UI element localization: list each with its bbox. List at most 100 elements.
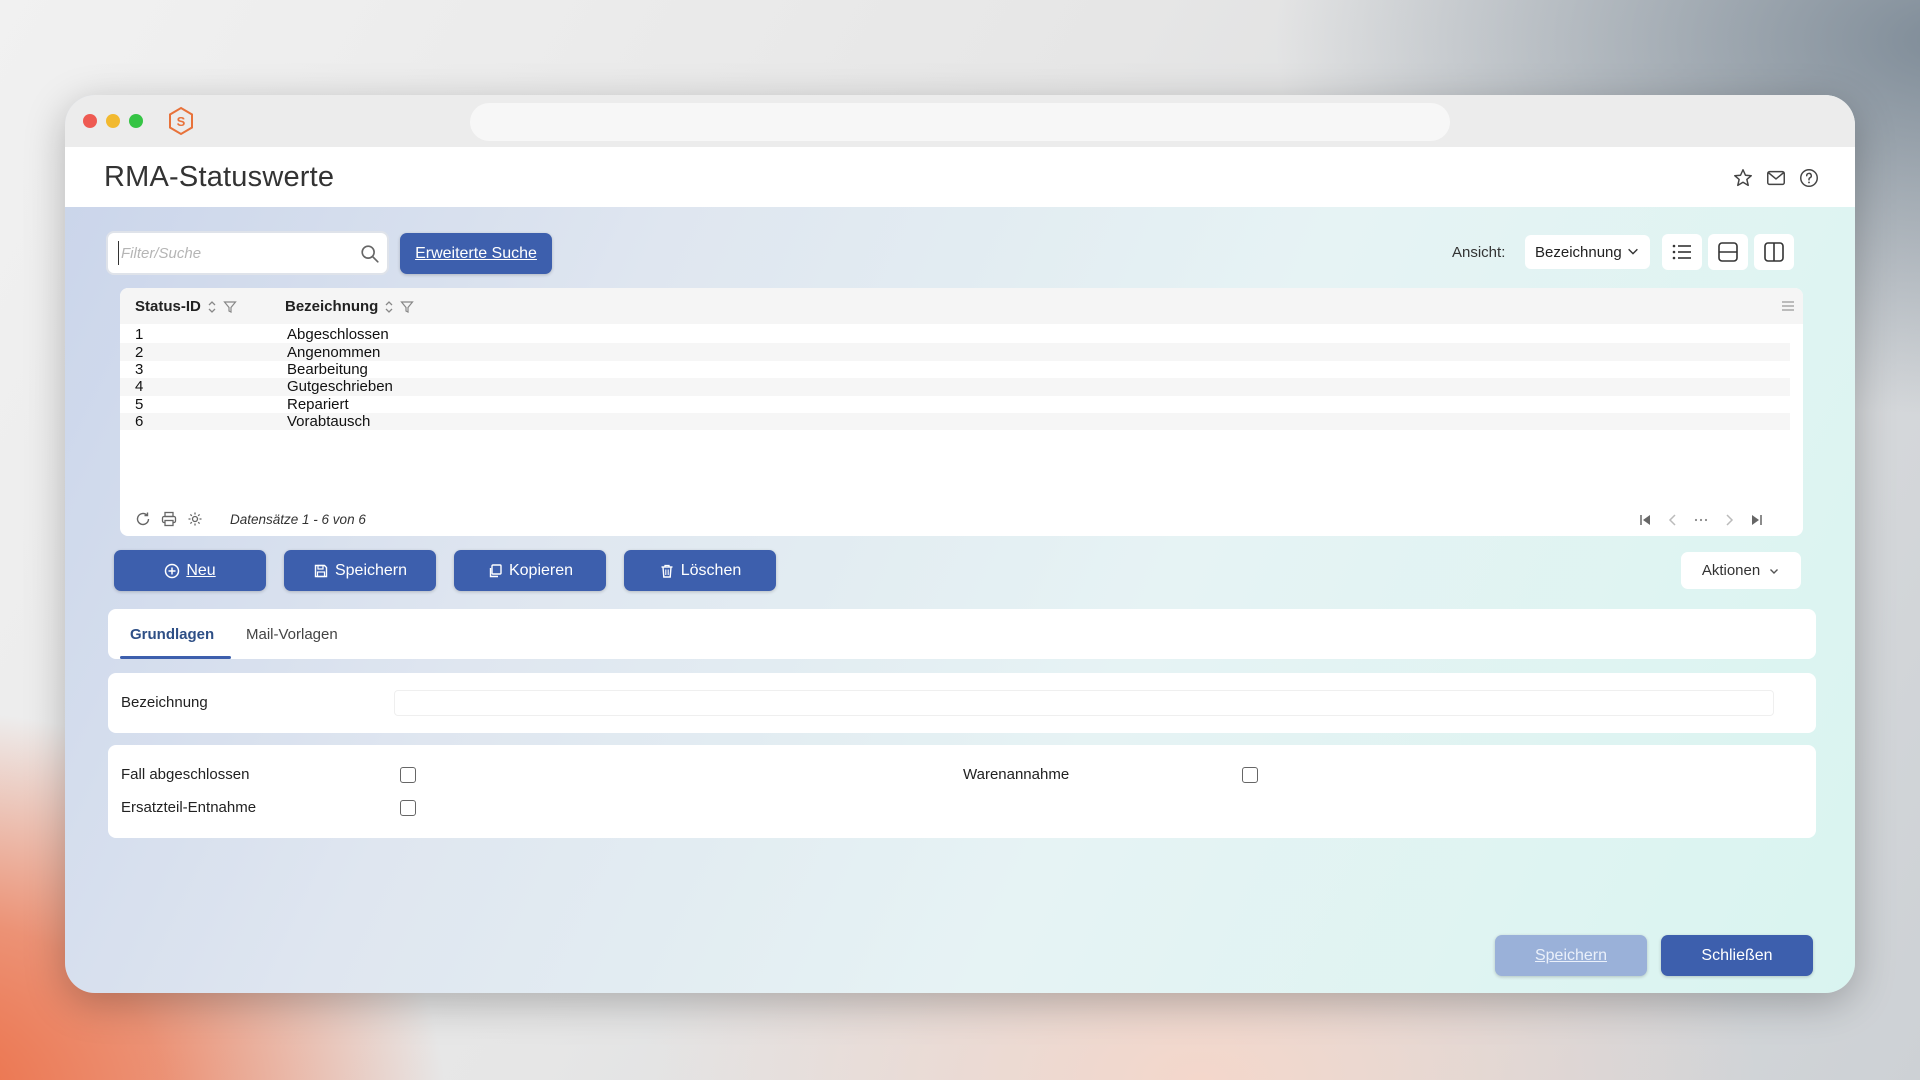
actions-dropdown[interactable]: Aktionen [1681, 552, 1801, 589]
cell-status-id: 5 [135, 395, 144, 413]
list-view-button[interactable] [1662, 234, 1702, 270]
page-title: RMA-Statuswerte [104, 161, 335, 193]
copy-button-label: Kopieren [508, 561, 574, 579]
warenannahme-checkbox[interactable] [1242, 767, 1258, 783]
record-info: Datensätze 1 - 6 von 6 [230, 512, 366, 527]
cell-status-id: 3 [135, 360, 144, 378]
status-table: Status-ID Bezeichnung 1 Abgeschlossen 2 An… [120, 288, 1803, 536]
extended-search-button[interactable]: Erweiterte Suche [400, 233, 552, 274]
app-window: S RMA-Statuswerte Erweiterte Suche Ansic… [65, 95, 1855, 993]
cell-bezeichnung: Bearbeitung [287, 360, 368, 378]
minimize-window-button[interactable] [106, 114, 120, 128]
bezeichnung-input[interactable] [394, 690, 1774, 716]
search-box [106, 231, 389, 275]
ersatzteil-entnahme-label: Ersatzteil-Entnahme [121, 799, 257, 816]
delete-button-label: Löschen [680, 561, 742, 579]
cell-bezeichnung: Vorabtausch [287, 413, 371, 431]
maximize-window-button[interactable] [129, 114, 143, 128]
next-page-icon[interactable] [1721, 512, 1737, 528]
copy-button[interactable]: Kopieren [454, 550, 606, 591]
trash-icon [661, 564, 673, 578]
tab-bar: Grundlagen Mail-Vorlagen [108, 609, 1816, 659]
table-row[interactable]: 5 Repariert [120, 396, 1790, 413]
page-header: RMA-Statuswerte [65, 147, 1855, 207]
plus-circle-icon [165, 563, 180, 578]
help-icon[interactable] [1798, 167, 1820, 189]
app-logo-icon: S [169, 106, 193, 136]
column-header-status-id[interactable]: Status-ID [135, 298, 237, 315]
search-input[interactable] [118, 241, 348, 265]
delete-button[interactable]: Löschen [624, 550, 776, 591]
view-select[interactable]: Bezeichnung [1525, 235, 1650, 269]
settings-icon[interactable] [186, 510, 204, 528]
bezeichnung-label: Bezeichnung [121, 694, 208, 711]
previous-page-icon[interactable] [1665, 512, 1681, 528]
sort-icon[interactable] [383, 300, 395, 314]
first-page-icon[interactable] [1637, 512, 1653, 528]
save-record-button[interactable]: Speichern [284, 550, 436, 591]
table-body: 1 Abgeschlossen 2 Angenommen 3 Bearbeitung … [120, 326, 1790, 431]
split-vertical-icon [1764, 242, 1784, 262]
column-menu-icon[interactable] [1781, 300, 1795, 312]
split-horizontal-icon [1718, 242, 1738, 262]
extended-search-label: Erweiterte Suche [415, 244, 537, 262]
chevron-down-icon [1770, 568, 1779, 574]
options-section: Fall abgeschlossen Ersatzteil-Entnahme W… [108, 745, 1816, 838]
svg-text:S: S [177, 114, 186, 129]
print-icon[interactable] [160, 510, 178, 528]
chevron-down-icon [1628, 248, 1638, 255]
copy-icon [489, 563, 502, 577]
view-label: Ansicht: [1452, 244, 1506, 261]
table-footer: Datensätze 1 - 6 von 6 [120, 502, 1803, 536]
table-row[interactable]: 6 Vorabtausch [120, 412, 1790, 431]
list-icon [1672, 244, 1691, 260]
column-header-label: Bezeichnung [285, 298, 379, 315]
split-vertical-button[interactable] [1754, 234, 1794, 270]
warenannahme-label: Warenannahme [963, 766, 1070, 783]
fall-abgeschlossen-checkbox[interactable] [400, 767, 416, 783]
cell-status-id: 4 [135, 378, 144, 396]
last-page-icon[interactable] [1749, 512, 1765, 528]
new-button-label: Neu [186, 561, 216, 579]
cell-status-id: 6 [135, 413, 144, 431]
bezeichnung-section: Bezeichnung [108, 673, 1816, 733]
cell-bezeichnung: Abgeschlossen [287, 326, 389, 344]
table-row[interactable]: 1 Abgeschlossen [120, 326, 1790, 343]
fall-abgeschlossen-label: Fall abgeschlossen [121, 766, 250, 783]
view-select-value: Bezeichnung [1535, 243, 1622, 261]
filter-icon[interactable] [400, 300, 415, 314]
address-bar[interactable] [470, 103, 1450, 141]
close-window-button[interactable] [83, 114, 97, 128]
cell-bezeichnung: Angenommen [287, 343, 381, 361]
ersatzteil-entnahme-checkbox[interactable] [400, 800, 416, 816]
split-horizontal-button[interactable] [1708, 234, 1748, 270]
actions-dropdown-label: Aktionen [1701, 562, 1761, 579]
refresh-icon[interactable] [134, 510, 152, 528]
column-header-label: Status-ID [135, 298, 201, 315]
tab-grundlagen[interactable]: Grundlagen [130, 626, 214, 643]
cell-bezeichnung: Repariert [287, 395, 349, 413]
sort-icon[interactable] [206, 300, 218, 314]
new-button[interactable]: Neu [114, 550, 266, 591]
filter-icon[interactable] [223, 300, 237, 314]
table-header: Status-ID Bezeichnung [120, 288, 1803, 324]
star-icon[interactable] [1732, 167, 1754, 189]
footer-save-button[interactable]: Speichern [1495, 935, 1647, 976]
cell-status-id: 1 [135, 326, 144, 344]
table-row[interactable]: 2 Angenommen [120, 343, 1790, 361]
save-icon [314, 564, 328, 577]
active-tab-indicator [120, 656, 231, 659]
table-row[interactable]: 3 Bearbeitung [120, 361, 1790, 378]
save-record-label: Speichern [334, 561, 408, 579]
cell-bezeichnung: Gutgeschrieben [287, 378, 393, 396]
tab-mail-vorlagen[interactable]: Mail-Vorlagen [246, 626, 338, 643]
title-bar: S [65, 95, 1855, 147]
search-icon[interactable] [359, 243, 381, 265]
close-button[interactable]: Schließen [1661, 935, 1813, 976]
close-button-label: Schließen [1701, 946, 1773, 964]
mail-icon[interactable] [1765, 167, 1787, 189]
table-row[interactable]: 4 Gutgeschrieben [120, 378, 1790, 396]
more-pages-icon[interactable] [1693, 512, 1709, 528]
column-header-bezeichnung[interactable]: Bezeichnung [285, 298, 415, 315]
footer-save-label: Speichern [1534, 946, 1608, 964]
